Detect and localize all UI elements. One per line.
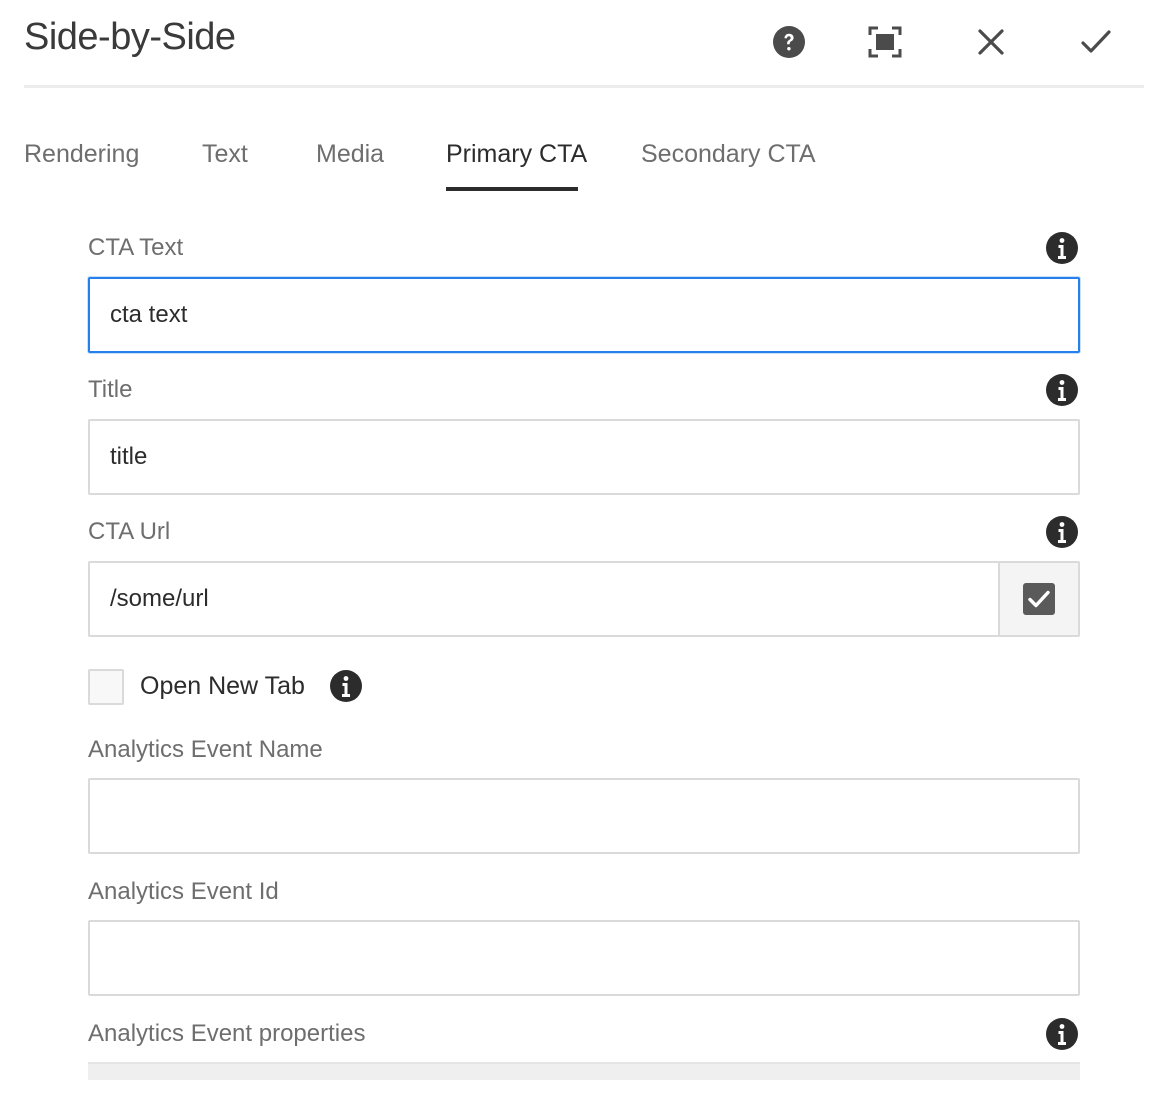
analytics-event-id-label: Analytics Event Id — [88, 878, 279, 905]
fullscreen-button[interactable] — [863, 20, 907, 64]
fullscreen-icon — [868, 26, 902, 58]
cta-url-field — [88, 561, 1080, 637]
info-icon[interactable] — [1045, 1017, 1079, 1051]
cta-text-input[interactable] — [88, 277, 1080, 353]
tab-text[interactable]: Text — [202, 140, 248, 169]
analytics-event-name-input[interactable] — [88, 778, 1080, 854]
cta-url-input[interactable] — [90, 563, 1002, 635]
cta-text-label: CTA Text — [88, 234, 184, 261]
cta-url-label: CTA Url — [88, 518, 171, 545]
close-icon — [978, 29, 1004, 55]
analytics-event-properties-multifield[interactable] — [88, 1062, 1080, 1080]
tab-bar: Rendering Text Media Primary CTA Seconda… — [24, 128, 1144, 192]
info-icon[interactable] — [329, 669, 363, 703]
active-tab-indicator — [446, 187, 578, 191]
info-icon[interactable] — [1045, 373, 1079, 407]
title-label: Title — [88, 376, 133, 403]
open-new-tab-label[interactable]: Open New Tab — [140, 672, 305, 701]
analytics-event-name-label: Analytics Event Name — [88, 736, 323, 763]
title-input[interactable] — [88, 419, 1080, 495]
close-button[interactable] — [969, 20, 1013, 64]
tab-primary-cta[interactable]: Primary CTA — [446, 140, 587, 169]
help-icon — [773, 26, 805, 58]
analytics-event-properties-label: Analytics Event properties — [88, 1020, 366, 1047]
info-icon[interactable] — [1045, 231, 1079, 265]
help-button[interactable] — [767, 20, 811, 64]
analytics-event-id-input[interactable] — [88, 920, 1080, 996]
open-new-tab-checkbox[interactable] — [88, 669, 124, 705]
checkmark-icon — [1081, 30, 1111, 53]
done-button[interactable] — [1074, 20, 1118, 64]
tab-rendering[interactable]: Rendering — [24, 140, 139, 169]
path-picker-button[interactable] — [998, 563, 1078, 635]
info-icon[interactable] — [1045, 515, 1079, 549]
tab-media[interactable]: Media — [316, 140, 384, 169]
dialog-header: Side-by-Side — [24, 0, 1144, 88]
tab-secondary-cta[interactable]: Secondary CTA — [641, 140, 816, 169]
dialog-title: Side-by-Side — [24, 16, 236, 58]
checkbox-checked-icon — [1023, 583, 1055, 615]
